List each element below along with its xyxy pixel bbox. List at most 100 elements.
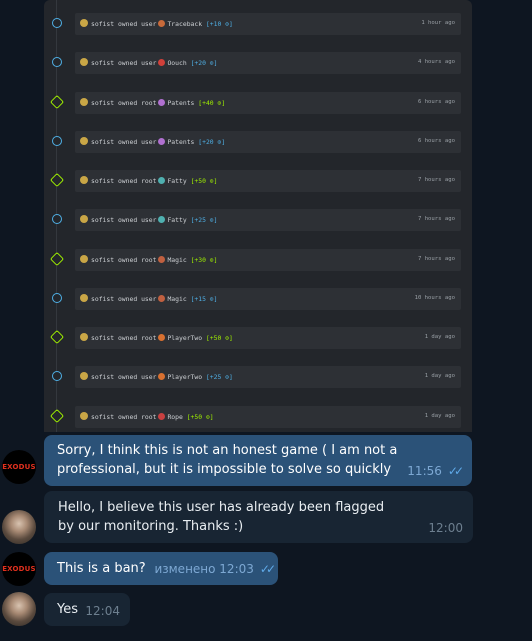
owned-word: owned — [117, 373, 138, 381]
machine-avatar-icon — [158, 20, 166, 27]
activity-row: sofist owned user Fatty [+25 ⊙] 7 hours ag… — [44, 209, 472, 231]
activity-type: user — [141, 373, 157, 381]
activity-machine[interactable]: Rope — [167, 413, 182, 421]
message-text: This is a ban? — [57, 561, 146, 576]
user-avatar-icon — [80, 372, 88, 380]
avatar-exodus[interactable]: EXODUS — [2, 552, 36, 586]
root-flag-icon — [49, 251, 65, 267]
activity-row: sofist owned user Magic [+15 ⊙] 10 hours a… — [44, 288, 472, 310]
activity-card[interactable]: sofist owned root Patents [+40 ⊙] 6 hours … — [75, 92, 461, 114]
activity-user[interactable]: sofist — [91, 216, 114, 224]
activity-user[interactable]: sofist — [91, 334, 114, 342]
message-time: изменено 12:03 — [154, 562, 254, 576]
activity-card[interactable]: sofist owned root Rope [+50 ⊙] 1 day ago — [75, 406, 461, 428]
activity-user[interactable]: sofist — [91, 138, 114, 146]
message-bubble[interactable]: Sorry, I think this is not an honest gam… — [44, 435, 472, 486]
activity-card[interactable]: sofist owned user Fatty [+25 ⊙] 7 hours ag… — [75, 209, 461, 231]
activity-machine[interactable]: Magic — [167, 256, 186, 264]
activity-machine[interactable]: PlayerTwo — [167, 373, 202, 381]
message-time: 12:00 — [428, 521, 463, 535]
activity-type: root — [141, 177, 157, 185]
owned-word: owned — [117, 59, 138, 67]
message-bubble[interactable]: Yes 12:04 — [44, 593, 130, 626]
user-avatar-icon — [80, 176, 88, 184]
machine-avatar-icon — [158, 373, 166, 380]
activity-user[interactable]: sofist — [91, 295, 114, 303]
activity-type: user — [141, 295, 157, 303]
user-avatar-icon — [80, 98, 88, 106]
activity-row: sofist owned root Magic [+30 ⊙] 7 hours ag… — [44, 249, 472, 271]
owned-word: owned — [117, 334, 138, 342]
activity-points: [+20 ⊙] — [190, 59, 218, 67]
machine-avatar-icon — [158, 177, 166, 184]
owned-word: owned — [117, 413, 138, 421]
activity-user[interactable]: sofist — [91, 373, 114, 381]
owned-word: owned — [117, 295, 138, 303]
activity-time: 10 hours ago — [414, 295, 455, 301]
machine-avatar-icon — [158, 59, 166, 66]
activity-card[interactable]: sofist owned user Traceback [+10 ⊙] 1 hour… — [75, 13, 461, 35]
activity-machine[interactable]: Fatty — [167, 216, 186, 224]
avatar-support[interactable] — [2, 592, 36, 626]
activity-user[interactable]: sofist — [91, 99, 114, 107]
user-avatar-icon — [80, 215, 88, 223]
activity-points: [+25 ⊙] — [190, 216, 218, 224]
message-meta: 11:56 ✓✓ — [407, 462, 464, 481]
user-flag-icon — [52, 18, 62, 28]
activity-machine[interactable]: Patents — [167, 138, 194, 146]
root-flag-icon — [49, 172, 65, 188]
activity-card[interactable]: sofist owned root Magic [+30 ⊙] 7 hours ag… — [75, 249, 461, 271]
activity-user[interactable]: sofist — [91, 20, 114, 28]
activity-points: [+20 ⊙] — [198, 138, 226, 146]
activity-user[interactable]: sofist — [91, 413, 114, 421]
activity-type: user — [141, 20, 157, 28]
user-flag-icon — [52, 371, 62, 381]
activity-type: root — [141, 99, 157, 107]
message-meta: 12:04 — [85, 602, 120, 621]
activity-row: sofist owned root Rope [+50 ⊙] 1 day ago — [44, 406, 472, 428]
activity-points: [+50 ⊙] — [186, 413, 214, 421]
user-avatar-icon — [80, 294, 88, 302]
activity-machine[interactable]: PlayerTwo — [167, 334, 202, 342]
activity-time: 7 hours ago — [417, 256, 455, 262]
activity-points: [+40 ⊙] — [198, 99, 226, 107]
activity-points: [+30 ⊙] — [190, 256, 218, 264]
activity-card[interactable]: sofist owned user Patents [+20 ⊙] 6 hours … — [75, 131, 461, 153]
avatar-exodus[interactable]: EXODUS — [2, 450, 36, 484]
activity-machine[interactable]: Oouch — [167, 59, 186, 67]
activity-card[interactable]: sofist owned root PlayerTwo [+50 ⊙] 1 day … — [75, 327, 461, 349]
message-meta: изменено 12:03 ✓✓ — [154, 560, 276, 579]
activity-machine[interactable]: Magic — [167, 295, 186, 303]
activity-card[interactable]: sofist owned user PlayerTwo [+25 ⊙] 1 day … — [75, 366, 461, 388]
avatar-logo-text: EXODUS — [2, 463, 36, 471]
root-flag-icon — [49, 94, 65, 110]
owned-word: owned — [117, 138, 138, 146]
activity-card[interactable]: sofist owned user Oouch [+20 ⊙] 4 hours ag… — [75, 52, 461, 74]
activity-row: sofist owned root Patents [+40 ⊙] 6 hours … — [44, 92, 472, 114]
avatar-support[interactable] — [2, 510, 36, 544]
user-flag-icon — [52, 293, 62, 303]
activity-user[interactable]: sofist — [91, 177, 114, 185]
activity-machine[interactable]: Patents — [167, 99, 194, 107]
avatar-logo-text: EXODUS — [2, 565, 36, 573]
machine-avatar-icon — [158, 256, 166, 263]
activity-machine[interactable]: Fatty — [167, 177, 186, 185]
activity-points: [+10 ⊙] — [205, 20, 233, 28]
activity-machine[interactable]: Traceback — [167, 20, 202, 28]
activity-points: [+50 ⊙] — [190, 177, 218, 185]
activity-card[interactable]: sofist owned user Magic [+15 ⊙] 10 hours a… — [75, 288, 461, 310]
message-meta: 12:00 — [428, 519, 463, 538]
message-bubble[interactable]: This is a ban? изменено 12:03 ✓✓ — [44, 552, 278, 585]
activity-user[interactable]: sofist — [91, 59, 114, 67]
activity-user[interactable]: sofist — [91, 256, 114, 264]
activity-type: root — [141, 413, 157, 421]
message-bubble[interactable]: Hello, I believe this user has already b… — [44, 491, 473, 543]
activity-card[interactable]: sofist owned root Fatty [+50 ⊙] 7 hours ag… — [75, 170, 461, 192]
activity-time: 1 hour ago — [421, 20, 455, 26]
user-avatar-icon — [80, 255, 88, 263]
user-avatar-icon — [80, 333, 88, 341]
activity-time: 6 hours ago — [417, 99, 455, 105]
read-checks-icon: ✓✓ — [259, 562, 276, 576]
user-avatar-icon — [80, 412, 88, 420]
root-flag-icon — [49, 329, 65, 345]
